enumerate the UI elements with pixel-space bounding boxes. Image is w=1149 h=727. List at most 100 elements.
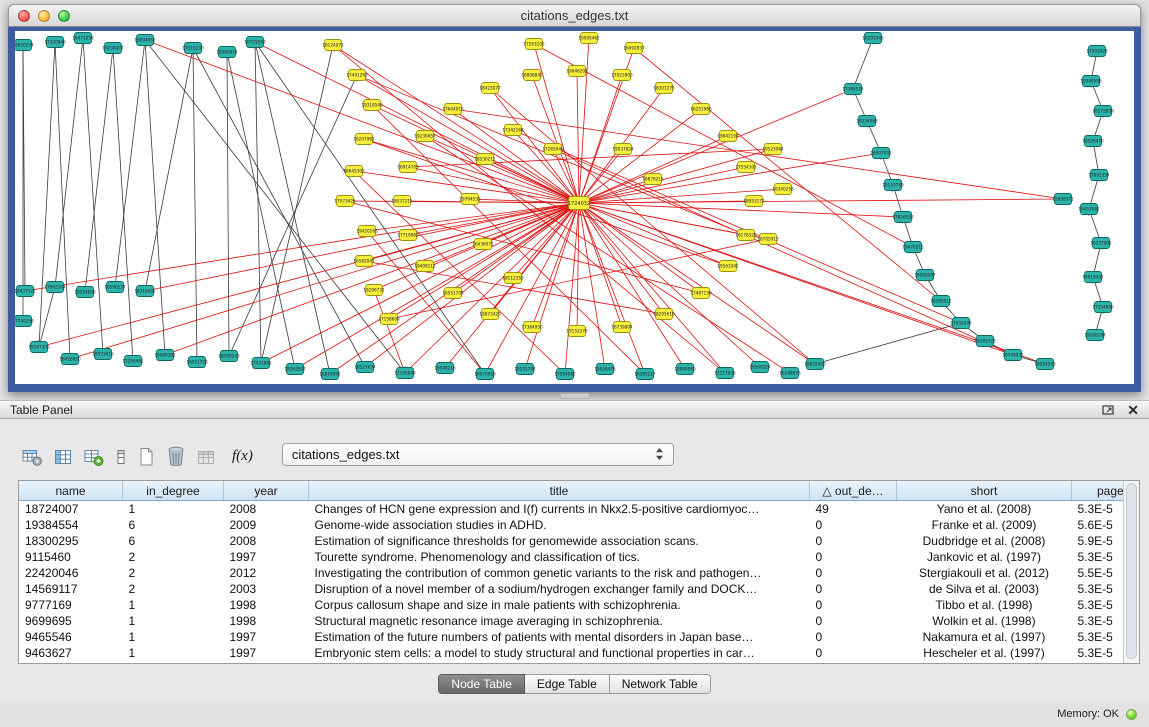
cell-in-degree[interactable]: 2 xyxy=(123,549,224,565)
cell-short[interactable]: Nakamura et al. (1997) xyxy=(897,629,1072,645)
cell-in-degree[interactable]: 1 xyxy=(123,645,224,661)
table-row[interactable]: 1456911722003Disruption of a novel membe… xyxy=(19,581,1124,597)
cell-pagerank[interactable]: 5.3E-5 xyxy=(1072,501,1125,518)
graph-edge[interactable] xyxy=(227,52,295,369)
cell-in-degree[interactable]: 2 xyxy=(123,565,224,581)
cell-year[interactable]: 2009 xyxy=(224,517,309,533)
cell-name[interactable]: 9465546 xyxy=(19,629,123,645)
graph-edge[interactable] xyxy=(193,48,365,367)
import-table-button[interactable] xyxy=(197,448,217,467)
column-header-year[interactable]: year xyxy=(224,481,309,501)
network-graph-svg[interactable]: 1724032189531721755430119642104162519861… xyxy=(15,31,1134,384)
function-builder-button[interactable]: f(x) xyxy=(228,448,255,467)
cell-title[interactable]: Genome-wide association studies in ADHD. xyxy=(309,517,810,533)
cell-name[interactable]: 22420046 xyxy=(19,565,123,581)
graph-edge[interactable] xyxy=(255,42,485,374)
table-row[interactable]: 1872400712008Changes of HCN gene express… xyxy=(19,501,1124,518)
cell-title[interactable]: Embryonic stem cells: a model to study s… xyxy=(309,645,810,661)
cell-name[interactable]: 18300295 xyxy=(19,533,123,549)
cell-year[interactable]: 2008 xyxy=(224,501,309,518)
cell-name[interactable]: 9699695 xyxy=(19,613,123,629)
graph-edge[interactable] xyxy=(55,42,70,359)
cell-short[interactable]: Dudbridge et al. (2008) xyxy=(897,533,1072,549)
cell-pagerank[interactable]: 5.3E-5 xyxy=(1072,645,1125,661)
graph-edge[interactable] xyxy=(577,71,579,203)
cell-title[interactable]: Investigating the contribution of common… xyxy=(309,565,810,581)
cell-name[interactable]: 18724007 xyxy=(19,501,123,518)
cell-short[interactable]: de Silva et al. (2003) xyxy=(897,581,1072,597)
column-header-pagerank[interactable]: pagerank xyxy=(1072,481,1125,501)
cell-year[interactable]: 1997 xyxy=(224,629,309,645)
graph-edge[interactable] xyxy=(579,179,653,203)
graph-edge[interactable] xyxy=(83,38,103,354)
cell-title[interactable]: Disruption of a novel member of a sodium… xyxy=(309,581,810,597)
column-header-short[interactable]: short xyxy=(897,481,1072,501)
cell-title[interactable]: Estimation of significance thresholds fo… xyxy=(309,533,810,549)
graph-edge[interactable] xyxy=(295,203,579,369)
table-row[interactable]: 977716911998Corpus callosum shape and si… xyxy=(19,597,1124,613)
graph-edge[interactable] xyxy=(39,42,55,347)
cell-short[interactable]: Franke et al. (2009) xyxy=(897,517,1072,533)
cell-year[interactable]: 2003 xyxy=(224,581,309,597)
cell-title[interactable]: Corpus callosum shape and size in male p… xyxy=(309,597,810,613)
cell-short[interactable]: Hescheler et al. (1997) xyxy=(897,645,1072,661)
cell-year[interactable]: 2008 xyxy=(224,533,309,549)
cell-out-de[interactable]: 0 xyxy=(810,629,897,645)
graph-edge[interactable] xyxy=(113,48,133,361)
cell-short[interactable]: Tibbo et al. (1998) xyxy=(897,597,1072,613)
graph-edge[interactable] xyxy=(357,75,579,203)
cell-out-de[interactable]: 0 xyxy=(810,597,897,613)
table-row[interactable]: 946362711997Embryonic stem cells: a mode… xyxy=(19,645,1124,661)
cell-year[interactable]: 1998 xyxy=(224,613,309,629)
table-row[interactable]: 969969511998Structural magnetic resonanc… xyxy=(19,613,1124,629)
cell-title[interactable]: Estimation of the future numbers of pati… xyxy=(309,629,810,645)
cell-name[interactable]: 9463627 xyxy=(19,645,123,661)
cell-name[interactable]: 9115460 xyxy=(19,549,123,565)
cell-title[interactable]: Tourette syndrome. Phenomenology and cla… xyxy=(309,549,810,565)
new-table-button[interactable] xyxy=(138,447,155,467)
cell-out-de[interactable]: 0 xyxy=(810,517,897,533)
cell-pagerank[interactable]: 5.3E-5 xyxy=(1072,629,1125,645)
cell-year[interactable]: 1997 xyxy=(224,645,309,661)
graph-edge[interactable] xyxy=(579,203,645,374)
cell-title[interactable]: Changes of HCN gene expression and I(f) … xyxy=(309,501,810,518)
vertical-scrollbar-thumb[interactable] xyxy=(1126,483,1137,659)
column-header-name[interactable]: name xyxy=(19,481,123,501)
column-header-title[interactable]: title xyxy=(309,481,810,501)
cell-in-degree[interactable]: 6 xyxy=(123,533,224,549)
tab-node-table[interactable]: Node Table xyxy=(438,674,525,694)
cell-pagerank[interactable]: 5.3E-5 xyxy=(1072,613,1125,629)
cell-name[interactable]: 14569117 xyxy=(19,581,123,597)
cell-out-de[interactable]: 0 xyxy=(810,533,897,549)
cell-out-de[interactable]: 0 xyxy=(810,549,897,565)
graph-edge[interactable] xyxy=(229,75,357,356)
cell-pagerank[interactable]: 5.3E-5 xyxy=(1072,597,1125,613)
table-row[interactable]: 2242004622012Investigating the contribut… xyxy=(19,565,1124,581)
cell-out-de[interactable]: 0 xyxy=(810,645,897,661)
tab-network-table[interactable]: Network Table xyxy=(610,674,711,694)
cell-short[interactable]: Stergiakouli et al. (2012) xyxy=(897,565,1072,581)
cell-name[interactable]: 19384554 xyxy=(19,517,123,533)
delete-table-button[interactable] xyxy=(166,445,186,467)
close-panel-icon[interactable]: ✕ xyxy=(1127,403,1139,417)
cell-year[interactable]: 2012 xyxy=(224,565,309,581)
cell-in-degree[interactable]: 6 xyxy=(123,517,224,533)
cell-short[interactable]: Jankovic et al. (1997) xyxy=(897,549,1072,565)
graph-edge[interactable] xyxy=(115,40,145,287)
graph-edge[interactable] xyxy=(193,48,197,362)
cell-in-degree[interactable]: 1 xyxy=(123,629,224,645)
graph-edge[interactable] xyxy=(25,203,579,291)
table-row[interactable]: 1830029562008Estimation of significance … xyxy=(19,533,1124,549)
graph-edge[interactable] xyxy=(39,203,579,347)
panel-splitter[interactable] xyxy=(0,392,1149,400)
window-titlebar[interactable]: citations_edges.txt xyxy=(8,4,1141,27)
network-canvas[interactable]: 1724032189531721755430119642104162519861… xyxy=(8,27,1141,392)
graph-edge[interactable] xyxy=(55,38,83,287)
change-table-mode-button[interactable] xyxy=(22,448,43,467)
graph-edge[interactable] xyxy=(357,75,746,235)
column-header-out-de[interactable]: △ out_de… xyxy=(810,481,897,501)
cell-out-de[interactable]: 0 xyxy=(810,581,897,597)
cell-out-de[interactable]: 0 xyxy=(810,565,897,581)
graph-edge[interactable] xyxy=(579,203,605,369)
cell-pagerank[interactable]: 5.3E-5 xyxy=(1072,581,1125,597)
